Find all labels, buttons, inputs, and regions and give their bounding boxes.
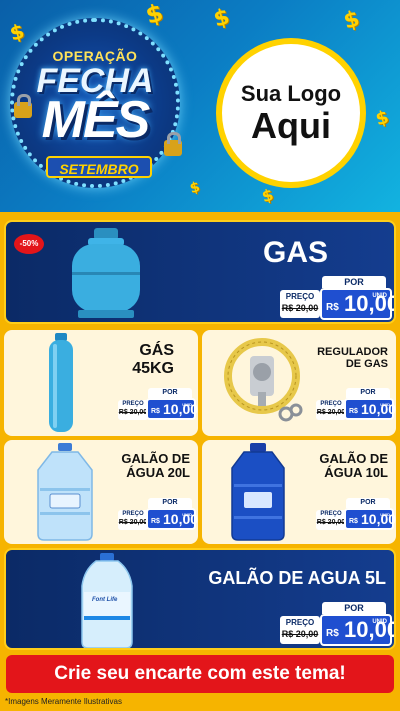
lock-icon: [164, 132, 182, 156]
old-price-box: PREÇO R$ 20,00: [316, 400, 346, 420]
old-price-label: PREÇO: [285, 618, 315, 627]
currency-label: R$: [151, 408, 160, 415]
old-price-label: PREÇO: [122, 401, 144, 407]
unit-label: UNID: [380, 402, 390, 407]
product-title-line-2: ÁGUA 20L: [126, 465, 190, 481]
price-box: R$ 10,00 UNID: [320, 288, 394, 320]
product-title: REGULADOR DE GAS: [317, 346, 388, 370]
cta-banner[interactable]: Crie seu encarte com este tema!: [6, 655, 394, 693]
logo-line-2: Aqui: [251, 105, 331, 147]
product-card-galao-5l[interactable]: Font Life GALÃO DE AGUA 5L PREÇO R$ 20,0…: [4, 548, 396, 650]
unit-label: UNID: [372, 293, 387, 299]
price-box: R$ 10,00 UNID: [146, 508, 198, 530]
dollar-icon: $: [211, 4, 233, 33]
dollar-icon: $: [188, 179, 202, 197]
por-label: POR: [346, 388, 390, 398]
old-price-value: R$ 20,00: [118, 409, 148, 416]
price-tag: PREÇO R$ 20,00 POR R$ 10,00 UNID: [280, 276, 394, 320]
price-value: 10,00: [163, 401, 198, 417]
logo-line-1: Sua Logo: [240, 81, 342, 107]
product-card-regulador[interactable]: REGULADOR DE GAS PREÇO R$ 20,00 POR R$ 1…: [202, 330, 396, 436]
price-box: R$ 10,00 UNID: [320, 614, 394, 646]
product-title: GALÃO DE AGUA 5L: [208, 568, 386, 588]
price-tag: PREÇO R$ 20,00 POR R$ 10,00 UNID: [316, 388, 396, 420]
gas-45kg-cylinder-image: [49, 333, 73, 432]
gas-regulator-image: [224, 338, 303, 422]
product-title-line-2: DE GAS: [345, 358, 388, 371]
product-card-gas-45kg[interactable]: GÁS 45KG PREÇO R$ 20,00 POR R$ 10,00 UNI…: [4, 330, 198, 436]
dollar-icon: $: [142, 0, 167, 30]
product-title-line-1: GALÃO DE: [121, 451, 190, 466]
price-tag: PREÇO R$ 20,00 POR R$ 10,00 UNID: [280, 602, 394, 646]
lock-icon: [14, 94, 32, 118]
product-title-line-1: GALÃO DE: [319, 451, 388, 466]
campaign-badge: OPERAÇÃO FECHA MÊS SETEMBRO: [10, 18, 182, 188]
product-card-gas[interactable]: -50% GAS PREÇO R$ 20,00 POR R$ 10,00 UNI…: [4, 220, 396, 324]
product-title-line-1: REGULADOR: [317, 346, 388, 358]
price-value: 10,00: [361, 511, 396, 527]
unit-label: UNID: [372, 619, 387, 625]
dollar-icon: $: [259, 184, 276, 207]
gas-cylinder-image: [72, 228, 140, 318]
product-title-line-2: ÁGUA 10L: [324, 465, 388, 481]
dollar-icon: $: [373, 106, 392, 131]
currency-label: R$: [349, 408, 358, 415]
discount-badge: -50%: [14, 234, 44, 254]
por-label: POR: [148, 498, 192, 508]
footnote: *Imagens Meramente Ilustrativas: [5, 697, 122, 706]
old-price-value: R$ 20,00: [118, 519, 148, 526]
unit-label: UNID: [182, 512, 192, 517]
product-title: GÁS 45KG: [132, 342, 174, 377]
product-title: GAS: [262, 236, 328, 269]
header-banner: $ $ $ $ $ $ $ OPERAÇÃO FECHA MÊS SETEMBR…: [0, 0, 400, 212]
campaign-main-text-2: MÊS: [41, 91, 151, 149]
currency-label: R$: [151, 518, 160, 525]
price-value: 10,00: [163, 511, 198, 527]
old-price-label: PREÇO: [320, 401, 342, 407]
product-title: GALÃO DE ÁGUA 20L: [121, 451, 190, 481]
logo-placeholder[interactable]: Sua Logo Aqui: [216, 38, 366, 188]
product-title: GALÃO DE ÁGUA 10L: [319, 451, 388, 481]
bottle-brand-label: Font Life: [92, 597, 118, 603]
old-price-box: PREÇO R$ 20,00: [118, 510, 148, 530]
product-card-galao-10l[interactable]: GALÃO DE ÁGUA 10L PREÇO R$ 20,00 POR R$ …: [202, 440, 396, 544]
unit-label: UNID: [182, 402, 192, 407]
campaign-month: SETEMBRO: [46, 156, 152, 178]
old-price-label: PREÇO: [285, 292, 315, 301]
unit-label: UNID: [380, 512, 390, 517]
old-price-value: R$ 20,00: [281, 629, 319, 639]
old-price-box: PREÇO R$ 20,00: [280, 616, 320, 644]
currency-label: R$: [349, 518, 358, 525]
price-box: R$ 10,00 UNID: [344, 508, 396, 530]
water-jug-20l-image: [37, 443, 93, 541]
product-title-line-1: GÁS: [139, 342, 174, 359]
price-tag: PREÇO R$ 20,00 POR R$ 10,00 UNID: [118, 388, 198, 420]
water-jug-10l-image: [231, 443, 285, 541]
old-price-label: PREÇO: [122, 511, 144, 517]
product-card-galao-20l[interactable]: GALÃO DE ÁGUA 20L PREÇO R$ 20,00 POR R$ …: [4, 440, 198, 544]
price-value: 10,00: [361, 401, 396, 417]
old-price-label: PREÇO: [320, 511, 342, 517]
por-label: POR: [322, 276, 386, 288]
old-price-box: PREÇO R$ 20,00: [280, 290, 320, 318]
dollar-icon: $: [7, 18, 27, 46]
dollar-icon: $: [341, 6, 363, 35]
por-label: POR: [148, 388, 192, 398]
price-box: R$ 10,00 UNID: [344, 398, 396, 420]
por-label: POR: [322, 602, 386, 614]
price-box: R$ 10,00 UNID: [146, 398, 198, 420]
price-tag: PREÇO R$ 20,00 POR R$ 10,00 UNID: [316, 498, 396, 530]
por-label: POR: [346, 498, 390, 508]
currency-label: R$: [326, 628, 339, 639]
old-price-box: PREÇO R$ 20,00: [118, 400, 148, 420]
product-title-line-2: 45KG: [132, 359, 174, 377]
old-price-value: R$ 20,00: [316, 519, 346, 526]
currency-label: R$: [326, 302, 339, 313]
old-price-value: R$ 20,00: [281, 303, 319, 313]
old-price-value: R$ 20,00: [316, 409, 346, 416]
price-value: 10,00: [344, 617, 396, 642]
old-price-box: PREÇO R$ 20,00: [316, 510, 346, 530]
price-value: 10,00: [344, 291, 396, 316]
price-tag: PREÇO R$ 20,00 POR R$ 10,00 UNID: [118, 498, 198, 530]
